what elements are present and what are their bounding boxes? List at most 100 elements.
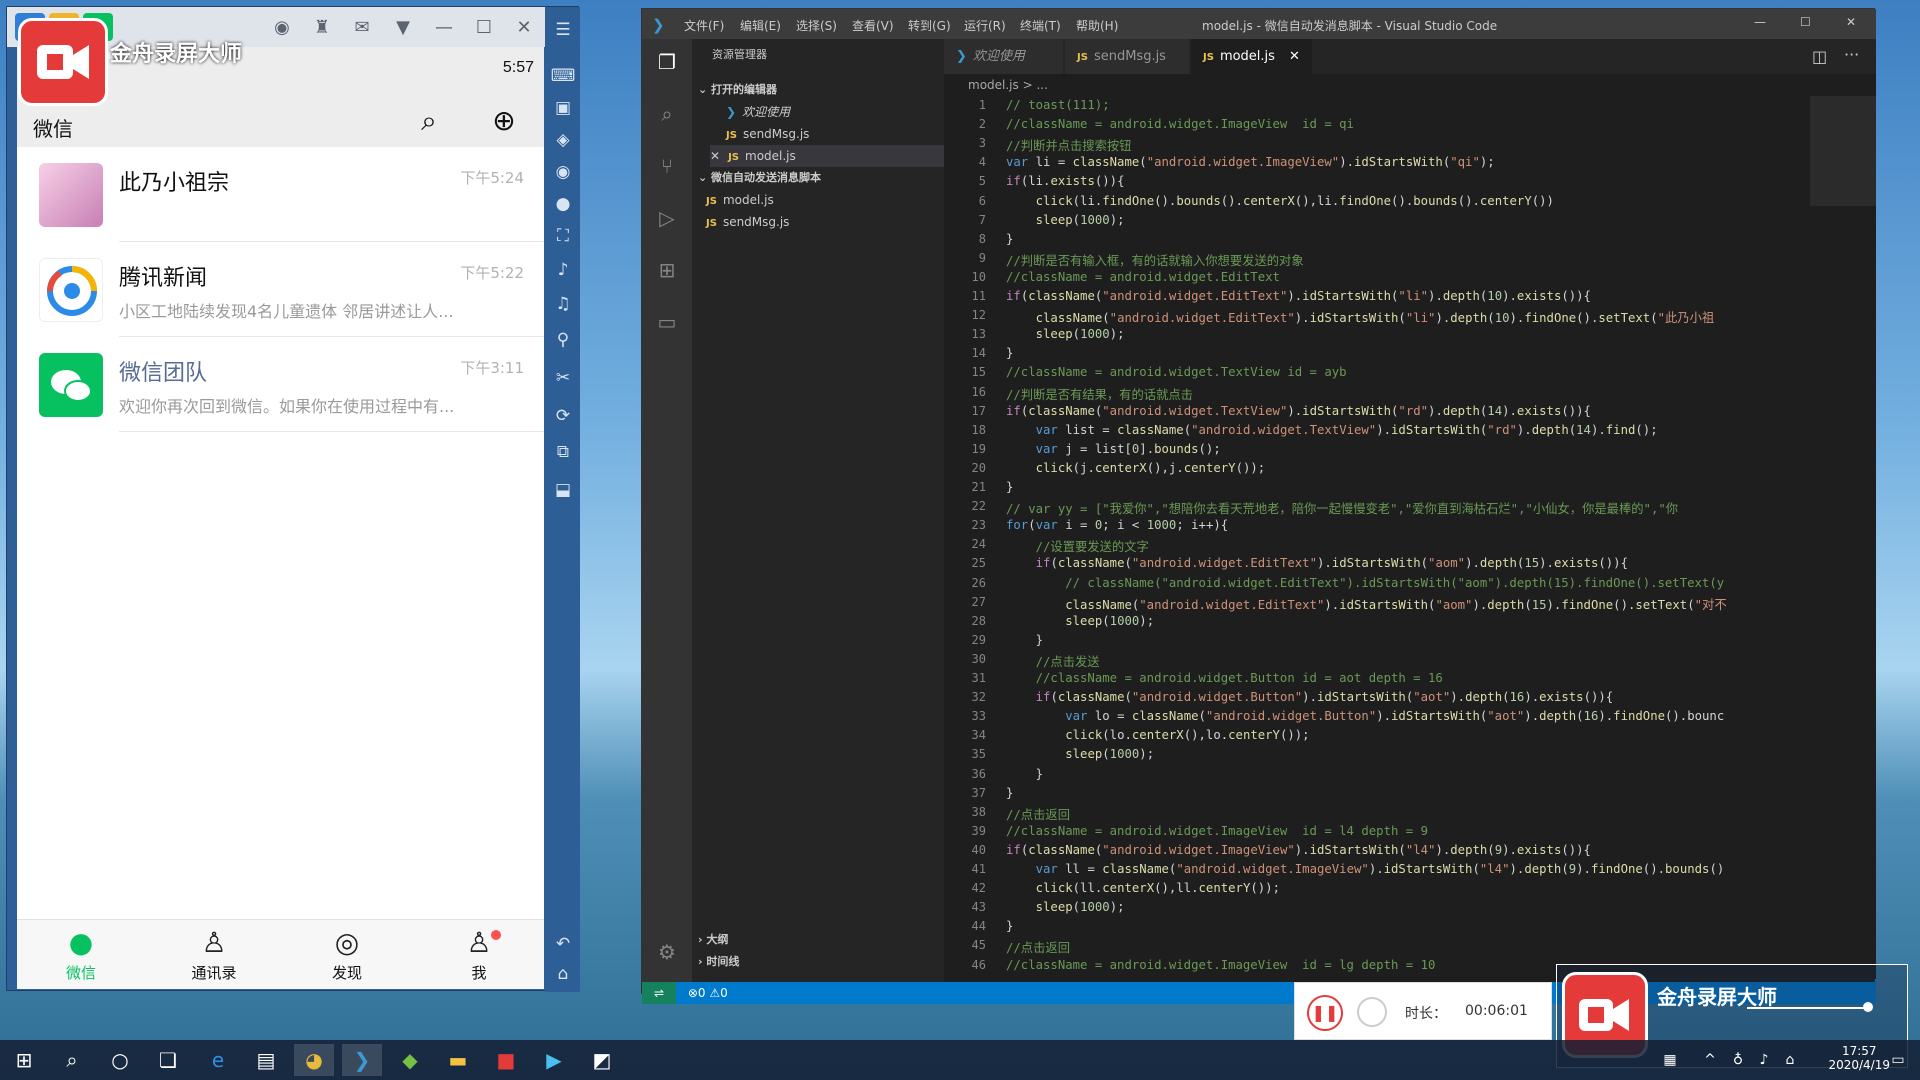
code-line[interactable]: sleep(1000); <box>1006 900 1125 914</box>
code-line[interactable]: } <box>1006 480 1013 494</box>
tab-welcome[interactable]: ❯ 欢迎使用 <box>944 39 1064 74</box>
chrome-icon[interactable]: ◕ <box>294 1044 334 1076</box>
menu-help[interactable]: 帮助(H) <box>1076 17 1118 34</box>
code-line[interactable]: var lo = className("android.widget.Butto… <box>1006 709 1724 723</box>
multi-window-icon[interactable]: ⧉ <box>549 439 577 465</box>
menu-go[interactable]: 转到(G) <box>908 17 951 34</box>
code-line[interactable]: if(className("android.widget.EditText").… <box>1006 556 1628 570</box>
add-icon[interactable]: ⊕ <box>489 107 519 137</box>
task-view-icon[interactable]: ❏ <box>148 1044 188 1076</box>
shirt-icon[interactable]: ♜ <box>309 15 335 41</box>
code-line[interactable]: //点击发送 <box>1006 652 1100 670</box>
search-icon[interactable]: ⌕ <box>414 107 444 137</box>
open-editor-item[interactable]: JS sendMsg.js <box>726 123 809 145</box>
menu-terminal[interactable]: 终端(T) <box>1020 17 1061 34</box>
code-line[interactable]: } <box>1006 633 1043 647</box>
tab-sendmsg[interactable]: JS sendMsg.js <box>1065 39 1190 74</box>
volume-up-icon[interactable]: ♪ <box>549 257 577 283</box>
code-line[interactable]: var j = list[0].bounds(); <box>1006 442 1221 456</box>
code-line[interactable]: } <box>1006 767 1043 781</box>
code-line[interactable]: if(li.exists()){ <box>1006 174 1124 188</box>
file-explorer-icon[interactable]: ▬ <box>438 1044 478 1076</box>
eye-icon[interactable]: ◉ <box>549 159 577 185</box>
code-line[interactable]: // className("android.widget.EditText").… <box>1006 576 1724 590</box>
search-icon[interactable]: ⌕ <box>52 1044 92 1076</box>
code-line[interactable]: if(className("android.widget.EditText").… <box>1006 289 1591 303</box>
menu-view[interactable]: 查看(V) <box>852 17 894 34</box>
code-line[interactable]: //判断并点击搜索按钮 <box>1006 136 1131 154</box>
menu-file[interactable]: 文件(F) <box>684 17 724 34</box>
tab-discover[interactable]: ◎ 发现 <box>307 924 387 986</box>
extensions-icon[interactable]: ⊞ <box>654 257 680 283</box>
source-control-icon[interactable]: ⑂ <box>654 153 680 179</box>
back-icon[interactable]: ↶ <box>549 931 577 957</box>
code-line[interactable]: } <box>1006 346 1013 360</box>
maximize-icon[interactable]: ☐ <box>1800 15 1811 29</box>
code-line[interactable]: } <box>1006 232 1013 246</box>
tab-me[interactable]: ♙ 我 <box>439 924 519 986</box>
notification-icon[interactable]: ▭ <box>1878 1044 1918 1076</box>
tab-model[interactable]: JS model.js ✕ <box>1191 39 1313 74</box>
code-line[interactable]: //判断是否有输入框，有的话就输入你想要发送的对象 <box>1006 251 1304 269</box>
timeline-section[interactable]: › 时间线 <box>698 951 739 973</box>
minimize-icon[interactable]: — <box>1754 15 1766 29</box>
vscode-taskbar-icon[interactable]: ❯ <box>342 1044 382 1076</box>
code-line[interactable]: //className = android.widget.Button id =… <box>1006 671 1443 685</box>
code-line[interactable]: //点击返回 <box>1006 938 1070 956</box>
location-icon[interactable]: ⚲ <box>549 327 577 353</box>
open-editors-section[interactable]: ⌄ 打开的编辑器 <box>698 79 777 101</box>
close-icon[interactable]: ✕ <box>1846 15 1856 29</box>
apk-icon[interactable]: ⬓ <box>549 477 577 503</box>
home-icon[interactable]: ⌂ <box>549 961 577 987</box>
menu-run[interactable]: 运行(R) <box>964 17 1006 34</box>
gamepad-icon[interactable]: ◈ <box>549 127 577 153</box>
code-line[interactable]: // toast(111); <box>1006 98 1110 112</box>
store-icon[interactable]: ▤ <box>246 1044 286 1076</box>
code-line[interactable]: var list = className("android.widget.Tex… <box>1006 423 1658 437</box>
split-editor-icon[interactable]: ◫ <box>1812 47 1827 66</box>
folder-section[interactable]: ⌄ 微信自动发送消息脚本 <box>698 167 821 189</box>
code-line[interactable]: for(var i = 0; i < 1000; i++){ <box>1006 518 1228 532</box>
code-line[interactable]: className("android.widget.EditText").idS… <box>1006 308 1715 326</box>
file-item[interactable]: JS sendMsg.js <box>706 211 789 233</box>
outline-section[interactable]: › 大纲 <box>698 929 728 951</box>
run-debug-icon[interactable]: ▷ <box>654 205 680 231</box>
remote-icon[interactable]: ▭ <box>654 309 680 335</box>
code-line[interactable]: sleep(1000); <box>1006 213 1125 227</box>
rotate-icon[interactable]: ⟳ <box>549 403 577 429</box>
tab-contacts[interactable]: ♙ 通讯录 <box>174 924 254 986</box>
open-editor-item-active[interactable]: ✕ JS model.js <box>710 145 962 167</box>
close-icon[interactable]: ✕ <box>1289 49 1300 64</box>
chat-item[interactable]: 此乃小祖宗 下午5:24 <box>17 147 544 242</box>
code-line[interactable]: click(j.centerX(),j.centerY()); <box>1006 461 1266 475</box>
fullscreen-icon[interactable]: ⛶ <box>549 223 577 249</box>
code-line[interactable]: click(lo.centerX(),lo.centerY()); <box>1006 728 1309 742</box>
code-line[interactable]: // var yy = ["我爱你","想陪你去看天荒地老，陪你一起慢慢变老",… <box>1006 499 1678 517</box>
close-icon[interactable]: ✕ <box>511 15 537 41</box>
minimap[interactable] <box>1810 96 1876 979</box>
code-line[interactable]: var li = className("android.widget.Image… <box>1006 155 1495 169</box>
edge-icon[interactable]: e <box>198 1044 238 1076</box>
code-line[interactable]: //className = android.widget.ImageView i… <box>1006 958 1435 972</box>
code-line[interactable]: sleep(1000); <box>1006 747 1154 761</box>
network-icon[interactable]: ⌂ <box>1770 1044 1810 1076</box>
tab-chats[interactable]: ● 微信 <box>41 924 121 986</box>
chat-item[interactable]: 微信团队 下午3:11 欢迎你再次回到微信。如果你在使用过程中有... <box>17 337 544 432</box>
code-line[interactable]: //设置要发送的文字 <box>1006 537 1149 555</box>
cortana-icon[interactable]: ○ <box>100 1044 140 1076</box>
stop-icon[interactable] <box>1357 997 1387 1027</box>
code-line[interactable]: click(li.findOne().bounds().centerX(),li… <box>1006 194 1554 208</box>
scissors-icon[interactable]: ✂ <box>549 365 577 391</box>
code-line[interactable]: click(ll.centerX(),ll.centerY()); <box>1006 881 1280 895</box>
chat-item[interactable]: 腾讯新闻 下午5:22 小区工地陆续发现4名儿童遗体 邻居讲述让人... <box>17 242 544 337</box>
code-line[interactable]: if(className("android.widget.ImageView")… <box>1006 843 1591 857</box>
screen-icon[interactable]: ▣ <box>549 95 577 121</box>
user-icon[interactable]: ◉ <box>269 15 295 41</box>
code-line[interactable]: //className = android.widget.ImageView i… <box>1006 117 1354 131</box>
file-item[interactable]: JS model.js <box>706 189 774 211</box>
volume-slider[interactable] <box>1747 1007 1867 1009</box>
dropdown-icon[interactable]: ▼ <box>390 15 416 41</box>
volume-slider-handle[interactable] <box>1863 1002 1873 1012</box>
menu-selection[interactable]: 选择(S) <box>796 17 837 34</box>
more-actions-icon[interactable]: ··· <box>1844 45 1859 64</box>
